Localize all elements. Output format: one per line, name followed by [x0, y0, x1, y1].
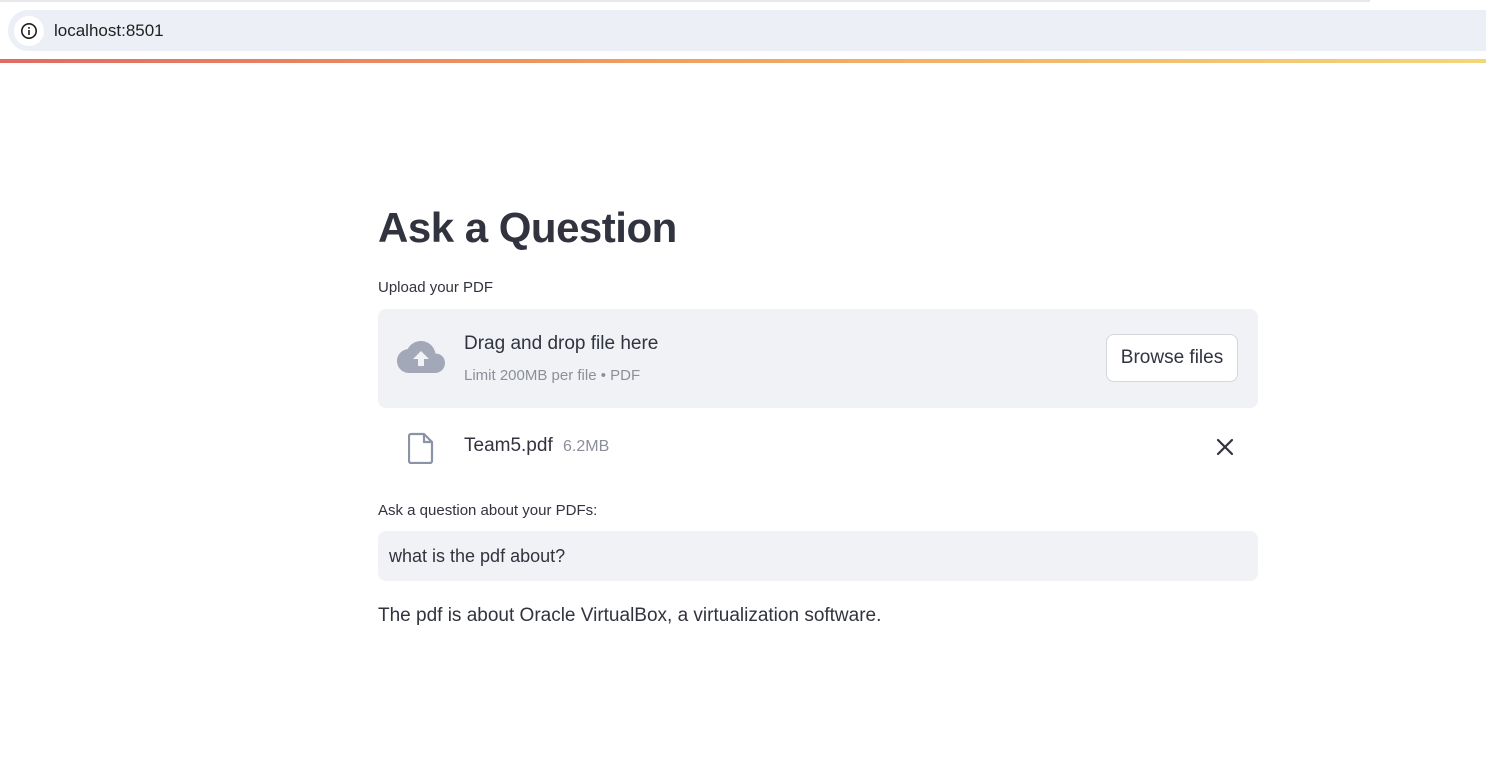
- dropzone-title: Drag and drop file here: [464, 333, 659, 354]
- file-size: 6.2MB: [563, 438, 610, 455]
- page-title: Ask a Question: [378, 204, 677, 251]
- close-icon[interactable]: [1214, 436, 1236, 458]
- uploader-label: Upload your PDF: [378, 279, 494, 296]
- question-label: Ask a question about your PDFs:: [378, 502, 598, 519]
- browser-toolbar: localhost:8501: [0, 0, 1486, 60]
- file-name: Team5.pdf: [464, 435, 553, 456]
- cloud-upload-icon: [397, 341, 445, 373]
- info-circle-icon: [21, 22, 37, 39]
- uploaded-file-row: Team5.pdf 6.2MB: [378, 426, 1258, 466]
- url-text[interactable]: localhost:8501: [54, 21, 164, 41]
- header-decoration-bar: [0, 59, 1486, 63]
- tab-strip-divider: [0, 0, 1370, 2]
- answer-text: The pdf is about Oracle VirtualBox, a vi…: [378, 605, 882, 626]
- file-dropzone[interactable]: Drag and drop file here Limit 200MB per …: [378, 309, 1258, 408]
- address-bar[interactable]: localhost:8501: [8, 10, 1486, 51]
- browse-files-button[interactable]: Browse files: [1106, 334, 1238, 382]
- question-input[interactable]: [378, 531, 1258, 581]
- file-icon: [408, 432, 434, 464]
- site-info-button[interactable]: [14, 15, 44, 46]
- dropzone-subtitle: Limit 200MB per file • PDF: [464, 367, 641, 384]
